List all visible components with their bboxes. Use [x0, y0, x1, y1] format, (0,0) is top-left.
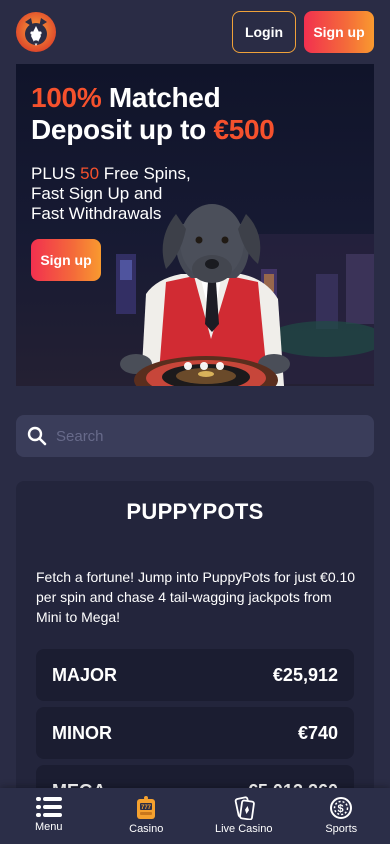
- promo-banner[interactable]: 100% Matched Deposit up to €500 PLUS 50 …: [16, 64, 374, 386]
- promo-sub-line2: Fast Sign Up and: [31, 184, 163, 203]
- jackpot-amount: €740: [297, 722, 338, 743]
- carousel-indicators: [184, 362, 224, 370]
- promo-title-line2: Deposit up to: [31, 114, 214, 145]
- nav-item-live-casino[interactable]: Live Casino: [204, 788, 284, 844]
- husky-logo[interactable]: [16, 12, 56, 52]
- svg-text:$: $: [338, 803, 344, 815]
- promo-subtext: PLUS 50 Free Spins, Fast Sign Up and Fas…: [31, 164, 251, 224]
- header: Login Sign up: [0, 0, 390, 64]
- signup-button[interactable]: Sign up: [304, 11, 374, 53]
- promo-signup-button[interactable]: Sign up: [31, 239, 101, 281]
- promo-free-spins-count: 50: [80, 164, 100, 183]
- login-button[interactable]: Login: [232, 11, 296, 53]
- search-bar: [16, 415, 374, 457]
- promo-headline: 100% Matched Deposit up to €500: [31, 82, 351, 146]
- nav-label: Menu: [34, 821, 63, 833]
- nav-label: Casino: [129, 823, 164, 835]
- jackpot-name: MINOR: [52, 722, 112, 743]
- carousel-dot[interactable]: [184, 362, 192, 370]
- promo-sub-line3: Fast Withdrawals: [31, 204, 162, 223]
- promo-amount: €500: [213, 114, 275, 145]
- promo-sub-prefix: PLUS: [31, 164, 81, 183]
- nav-item-sports[interactable]: $ Sports: [301, 788, 381, 844]
- nav-item-casino[interactable]: 777 Casino: [106, 788, 186, 844]
- cards-icon: [234, 796, 255, 820]
- sports-dollar-icon: $: [330, 797, 353, 819]
- jackpot-amount: €25,912: [272, 664, 338, 685]
- promo-title-line1: Matched: [101, 82, 221, 113]
- slot-machine-icon: 777: [137, 796, 156, 819]
- bottom-nav: Menu 777 Casino Live Casino $ Sports: [0, 788, 390, 844]
- puppypots-panel: PUPPYPOTS Fetch a fortune! Jump into Pup…: [16, 481, 374, 811]
- nav-item-menu[interactable]: Menu: [9, 788, 89, 844]
- carousel-dot[interactable]: [200, 362, 208, 370]
- jackpot-row-minor[interactable]: MINOR €740: [36, 707, 354, 759]
- jackpot-row-major[interactable]: MAJOR €25,912: [36, 649, 354, 701]
- nav-label: Live Casino: [215, 823, 273, 835]
- search-input[interactable]: [56, 415, 356, 457]
- menu-icon: [35, 797, 62, 817]
- puppypots-description: Fetch a fortune! Jump into PuppyPots for…: [36, 569, 356, 625]
- search-icon: [27, 426, 47, 446]
- promo-percent: 100%: [31, 82, 102, 113]
- promo-sub-line1: Free Spins,: [99, 164, 191, 183]
- puppypots-title: PUPPYPOTS: [126, 499, 264, 524]
- svg-text:777: 777: [141, 805, 152, 811]
- jackpot-name: MAJOR: [52, 664, 118, 685]
- carousel-dot[interactable]: [216, 362, 224, 370]
- nav-label: Sports: [325, 823, 358, 835]
